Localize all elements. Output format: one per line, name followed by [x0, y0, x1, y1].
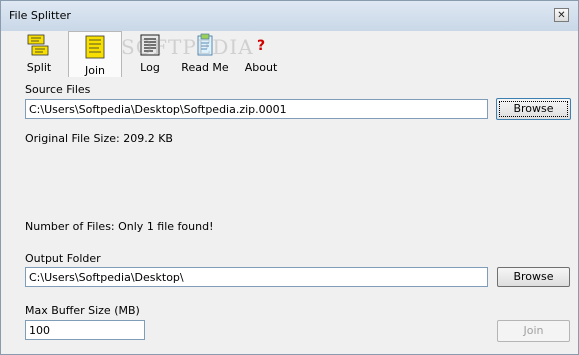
close-icon: ✕ — [557, 10, 566, 21]
max-buffer-input[interactable] — [25, 320, 145, 340]
close-button[interactable]: ✕ — [554, 8, 569, 22]
about-icon: ? — [254, 33, 268, 60]
output-folder-label: Output Folder — [25, 252, 101, 265]
max-buffer-label: Max Buffer Size (MB) — [25, 304, 140, 317]
tab-log[interactable]: Log — [133, 31, 167, 75]
split-icon — [26, 33, 52, 60]
tab-join[interactable]: Join — [68, 31, 122, 77]
log-icon — [139, 33, 161, 60]
tab-log-label: Log — [140, 61, 160, 74]
join-icon — [83, 34, 107, 63]
join-button[interactable]: Join — [497, 320, 570, 342]
source-files-label: Source Files — [25, 83, 91, 96]
tab-about-label: About — [244, 61, 278, 74]
original-file-size: Original File Size: 209.2 KB — [25, 132, 173, 145]
tab-about[interactable]: ? About — [241, 31, 281, 75]
app-window: File Splitter ✕ Split Join Log Read Me ?… — [0, 0, 579, 355]
window-title: File Splitter — [9, 9, 71, 22]
tab-split[interactable]: Split — [17, 31, 61, 75]
output-browse-button[interactable]: Browse — [497, 267, 570, 287]
toolbar: Split Join Log Read Me ? About SOFTPEDIA — [1, 31, 578, 77]
tab-join-label: Join — [84, 64, 105, 77]
read-me-icon — [196, 33, 214, 60]
tab-split-label: Split — [26, 61, 52, 74]
number-of-files: Number of Files: Only 1 file found! — [25, 220, 214, 233]
output-folder-input[interactable] — [25, 267, 488, 287]
title-bar: File Splitter ✕ — [1, 1, 578, 31]
source-files-input[interactable] — [25, 99, 488, 119]
source-browse-button[interactable]: Browse — [496, 98, 571, 120]
svg-text:?: ? — [257, 38, 265, 54]
tab-read-me[interactable]: Read Me — [177, 31, 233, 75]
tab-read-me-label: Read Me — [181, 61, 229, 74]
